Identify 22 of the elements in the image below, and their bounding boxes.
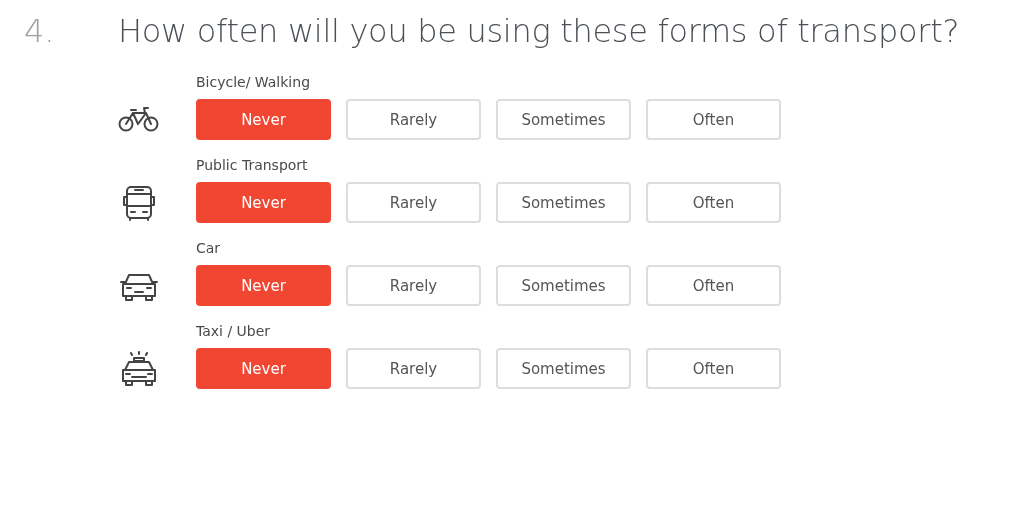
frequency-option[interactable]: Never	[196, 182, 331, 223]
frequency-option[interactable]: Often	[646, 182, 781, 223]
frequency-option[interactable]: Rarely	[346, 348, 481, 389]
frequency-option[interactable]: Sometimes	[496, 182, 631, 223]
frequency-option[interactable]: Sometimes	[496, 265, 631, 306]
frequency-option[interactable]: Rarely	[346, 99, 481, 140]
frequency-option[interactable]: Sometimes	[496, 99, 631, 140]
frequency-option[interactable]: Sometimes	[496, 348, 631, 389]
transport-label: Taxi / Uber	[196, 323, 272, 339]
transport-label: Bicycle/ Walking	[196, 74, 312, 90]
frequency-option[interactable]: Never	[196, 265, 331, 306]
frequency-option[interactable]: Often	[646, 348, 781, 389]
frequency-option[interactable]: Never	[196, 348, 331, 389]
frequency-option[interactable]: Rarely	[346, 265, 481, 306]
transport-label: Car	[196, 240, 222, 256]
frequency-option[interactable]: Rarely	[346, 182, 481, 223]
transport-label: Public Transport	[196, 157, 309, 173]
question-title: How often will you be using these forms of transport?	[118, 12, 960, 50]
frequency-option[interactable]: Never	[196, 99, 331, 140]
frequency-option[interactable]: Often	[646, 265, 781, 306]
question-number: 4.	[24, 12, 56, 50]
frequency-option[interactable]: Often	[646, 99, 781, 140]
